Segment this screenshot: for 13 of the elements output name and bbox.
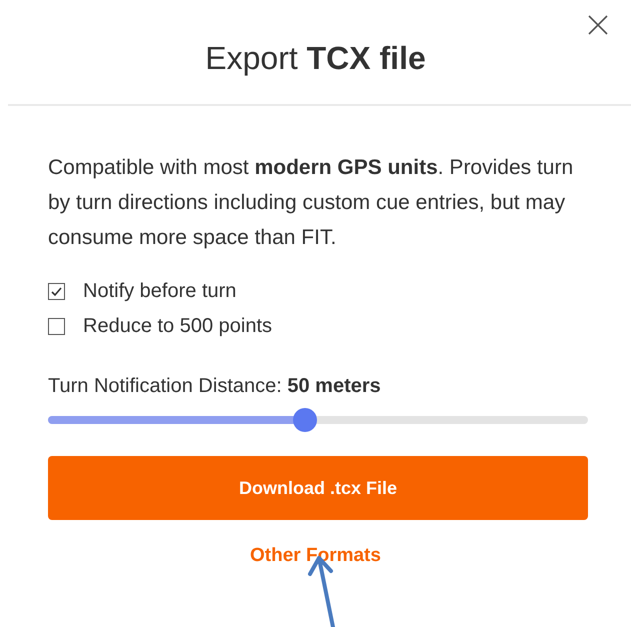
- slider-label: Turn Notification Distance: 50 meters: [48, 374, 382, 399]
- close-icon: [587, 14, 609, 36]
- checkbox[interactable]: [48, 282, 65, 300]
- dialog-title: Export TCX file: [204, 39, 427, 78]
- checkbox[interactable]: [48, 318, 65, 334]
- checkbox-label: Reduce to 500 points: [83, 314, 272, 339]
- checkbox-label: Notify before turn: [83, 279, 236, 304]
- description: Compatible with most modern GPS units. Provides turn by turn directions including custom cue entries, but may consume more space than FIT.: [48, 155, 574, 251]
- checkmark-icon: [50, 284, 63, 298]
- other-formats-link[interactable]: Other Formats: [250, 545, 381, 566]
- slider-thumb[interactable]: [293, 408, 318, 432]
- download-button[interactable]: Download .tcx File: [48, 456, 588, 520]
- slider-track[interactable]: [48, 408, 588, 432]
